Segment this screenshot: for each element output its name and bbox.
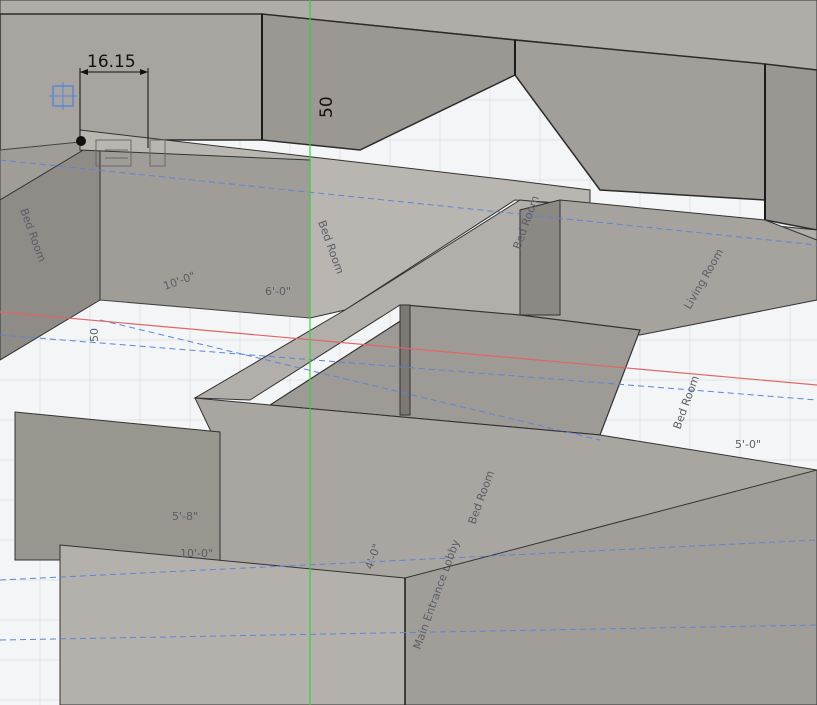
- plan-dim-1: 10'-0": [180, 547, 213, 560]
- design-viewport[interactable]: Bed Room Bed Room Bed Room Bed Room Bed …: [0, 0, 817, 705]
- dimension-side-value[interactable]: 50: [88, 328, 101, 342]
- plan-dim-5: 5'-0": [735, 438, 761, 451]
- dimension-height-value[interactable]: 50: [317, 96, 337, 118]
- left-wall-panel[interactable]: [14, 411, 221, 561]
- plan-label-room-d: Bed Room: [671, 374, 702, 431]
- dimension-width-value[interactable]: 16.15: [87, 52, 136, 72]
- room-box-3[interactable]: [764, 63, 817, 231]
- model-canvas[interactable]: Bed Room Bed Room Bed Room Bed Room Bed …: [0, 0, 817, 705]
- central-room-wall: [399, 304, 411, 416]
- room-box-2[interactable]: [514, 39, 766, 201]
- plan-dim-4: 6'-0": [265, 285, 291, 298]
- plan-dim-2: 5'-8": [172, 510, 198, 523]
- snap-point[interactable]: [76, 136, 86, 146]
- sketch-point-icon[interactable]: [49, 82, 77, 110]
